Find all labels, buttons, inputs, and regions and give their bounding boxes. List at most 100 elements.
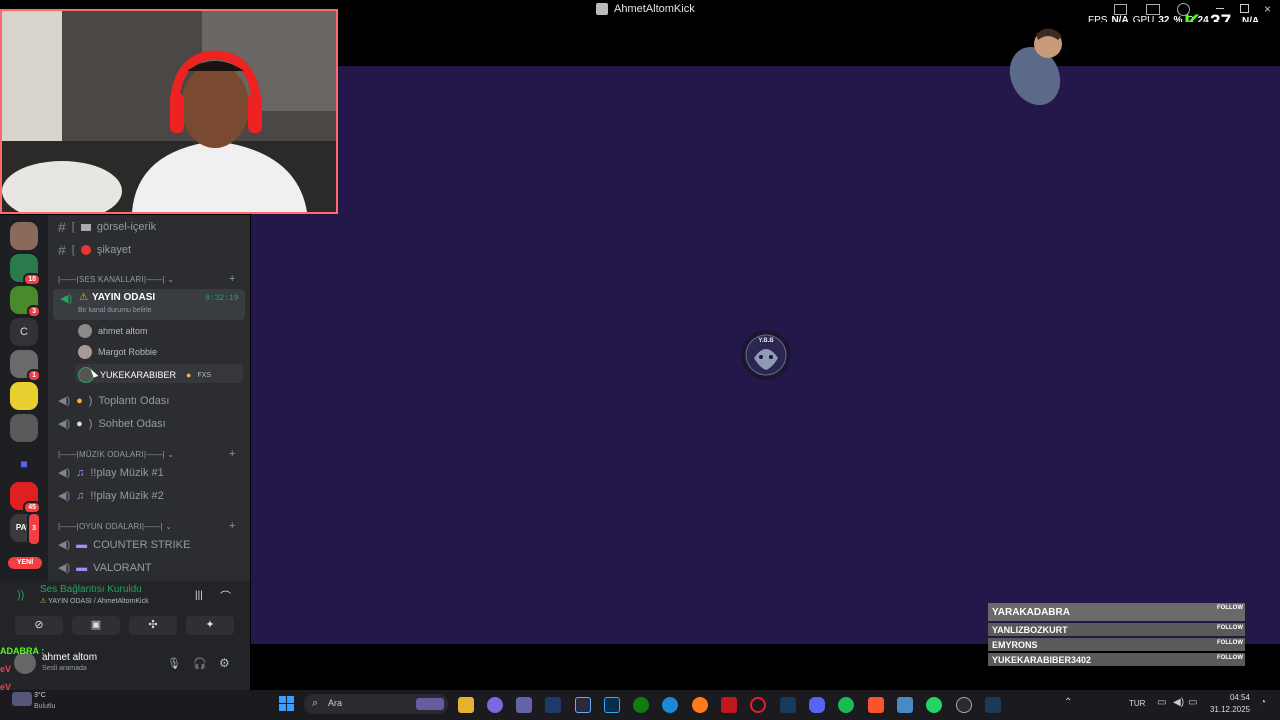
weather-desc: Bulutlu <box>34 703 56 710</box>
photoshop-icon[interactable] <box>604 697 620 713</box>
follower-row-header: YARAKADABRA FOLLOW <box>988 603 1245 621</box>
server-icon[interactable]: 1 <box>10 350 41 382</box>
network-icon[interactable]: ▭ <box>1157 697 1166 708</box>
volume-icon[interactable]: ◀) <box>1173 697 1184 708</box>
teams-icon[interactable] <box>516 697 532 713</box>
brave-icon[interactable] <box>868 697 884 713</box>
opera-gx-icon[interactable] <box>750 697 766 713</box>
voice-user[interactable]: Margot Robbie <box>78 345 157 359</box>
speaker-icon: ◀) <box>58 467 71 479</box>
speaker-icon: ◀) <box>58 562 71 574</box>
windows-start-icon[interactable] <box>279 696 295 712</box>
weather-icon[interactable] <box>12 692 32 706</box>
server-icon[interactable] <box>10 414 38 442</box>
voice-channel[interactable]: ◀) ▬ VALORANT <box>58 561 152 575</box>
handshake-icon: ● <box>76 394 83 407</box>
screen-share-button[interactable]: ▣ <box>72 616 120 635</box>
music-note-icon: ♫ <box>76 466 85 479</box>
voice-channel[interactable]: ◀) ▬ COUNTER STRIKE <box>58 538 190 552</box>
disconnect-icon[interactable]: ⌒ <box>220 588 231 604</box>
flame-icon: ● <box>186 370 192 380</box>
whatsapp-icon[interactable] <box>926 697 942 713</box>
file-explorer-icon[interactable] <box>458 697 474 713</box>
server-icon-pau[interactable]: PAU 3 <box>10 512 41 546</box>
app-icon[interactable] <box>956 697 972 713</box>
app-icon[interactable] <box>897 697 913 713</box>
edge-icon[interactable] <box>662 697 678 713</box>
maximize-icon[interactable] <box>1240 4 1249 13</box>
xbox-icon[interactable] <box>633 697 649 713</box>
activities-button[interactable]: ✣ <box>129 616 177 635</box>
discord-icon[interactable] <box>809 697 825 713</box>
chevron-up-icon[interactable]: ⌃ <box>1064 697 1072 708</box>
logo-text: Y.B.B <box>758 338 774 344</box>
music-note-icon: ♫ <box>76 489 85 502</box>
app-icon[interactable] <box>721 697 737 713</box>
category-music[interactable]: |——|MÜZİK ODALARI|——| ⌄ <box>58 450 174 459</box>
folder-icon[interactable]: ■ <box>10 450 38 478</box>
copilot-icon[interactable] <box>487 697 503 713</box>
server-icon[interactable] <box>10 222 38 250</box>
search-icon: ⌕ <box>312 697 319 709</box>
follower-list: YARAKADABRA FOLLOW YANLIZBOZKURT FOLLOW EM… <box>988 603 1245 667</box>
speaker-icon: ◀) <box>58 539 71 551</box>
channel-status[interactable]: Bir kanal durumu belirle <box>78 307 152 314</box>
chat-bubble-icon: ● <box>76 417 83 430</box>
server-icon[interactable]: 18 <box>10 254 41 286</box>
help-icon[interactable] <box>1177 3 1190 16</box>
signal-icon: )) <box>17 589 25 601</box>
noise-suppression-icon[interactable]: ||| <box>195 590 203 601</box>
notification-icon[interactable]: ◔ <box>1260 697 1266 708</box>
angry-icon <box>80 245 91 255</box>
server-icon[interactable]: 45 <box>10 482 41 514</box>
steam-icon[interactable] <box>985 697 1001 713</box>
soundboard-button[interactable]: ✦ <box>186 616 234 635</box>
firefox-icon[interactable] <box>692 697 708 713</box>
tray-icon[interactable] <box>1114 4 1127 15</box>
steam-icon[interactable] <box>780 697 796 713</box>
window-title: AhmetAltomKick <box>596 3 695 15</box>
category-voice[interactable]: |——|SES KANALLARI|——| ⌄ <box>58 275 174 284</box>
voice-channel[interactable]: ◀) ♫ !!play Müzik #2 <box>58 489 164 503</box>
lightroom-icon[interactable] <box>575 697 591 713</box>
headphones-icon[interactable]: 🎧 <box>193 657 207 670</box>
speaker-icon: ◀) <box>58 395 71 407</box>
monitor-app-icon[interactable] <box>545 697 561 713</box>
text-channel[interactable]: #[şikayet <box>58 242 131 258</box>
server-icon[interactable] <box>10 382 38 410</box>
user-sub-status: Sesli aramada <box>42 665 87 672</box>
speaker-icon: ◀) <box>58 418 71 430</box>
server-icon-c[interactable]: C <box>10 318 38 346</box>
battery-icon[interactable]: ▭ <box>1188 697 1197 708</box>
voice-channel[interactable]: ◀) ●) Toplantı Odası <box>58 394 169 408</box>
text-channel[interactable]: #[görsel-içerik <box>58 219 156 235</box>
voice-channel[interactable]: ◀) ●) Sohbet Odası <box>58 417 166 431</box>
date[interactable]: 31.12.2025 <box>1205 705 1250 714</box>
spotify-icon[interactable] <box>838 697 854 713</box>
search-highlight-icon <box>416 698 444 710</box>
camera-off-button[interactable]: ⊘ <box>15 616 63 635</box>
language-indicator[interactable]: TUR <box>1129 699 1145 708</box>
settings-gear-icon[interactable]: ⚙ <box>219 656 230 670</box>
voice-location[interactable]: ⚠ YAYIN ODASI / AhmetAltomKick <box>40 597 149 605</box>
follower-row: YANLIZBOZKURT FOLLOW <box>988 623 1245 636</box>
add-channel-icon[interactable]: + <box>229 448 235 460</box>
category-games[interactable]: |——|OYUN ODALARI|——| ⌄ <box>58 522 172 531</box>
voice-channel[interactable]: ◀) ♫ !!play Müzik #1 <box>58 466 164 480</box>
close-icon[interactable]: × <box>1264 2 1271 16</box>
app-icon <box>596 3 608 15</box>
monitor-icon[interactable] <box>1146 4 1160 15</box>
taskbar-search[interactable]: ⌕ Ara <box>304 694 448 714</box>
add-channel-icon[interactable]: + <box>229 273 235 285</box>
new-badge[interactable]: YENİ <box>8 557 42 569</box>
warning-icon: ⚠ <box>79 292 88 303</box>
microphone-icon[interactable]: 🎙 <box>167 657 181 670</box>
add-channel-icon[interactable]: + <box>229 520 235 532</box>
hash-icon: # <box>58 219 66 235</box>
minimize-icon[interactable] <box>1216 8 1224 9</box>
server-icon[interactable]: 3 <box>10 286 41 318</box>
voice-user[interactable]: ahmet altom <box>78 324 148 338</box>
clock[interactable]: 04:54 <box>1214 693 1250 702</box>
gamepad-icon: ▬ <box>76 561 88 574</box>
webcam-feed <box>0 9 338 214</box>
